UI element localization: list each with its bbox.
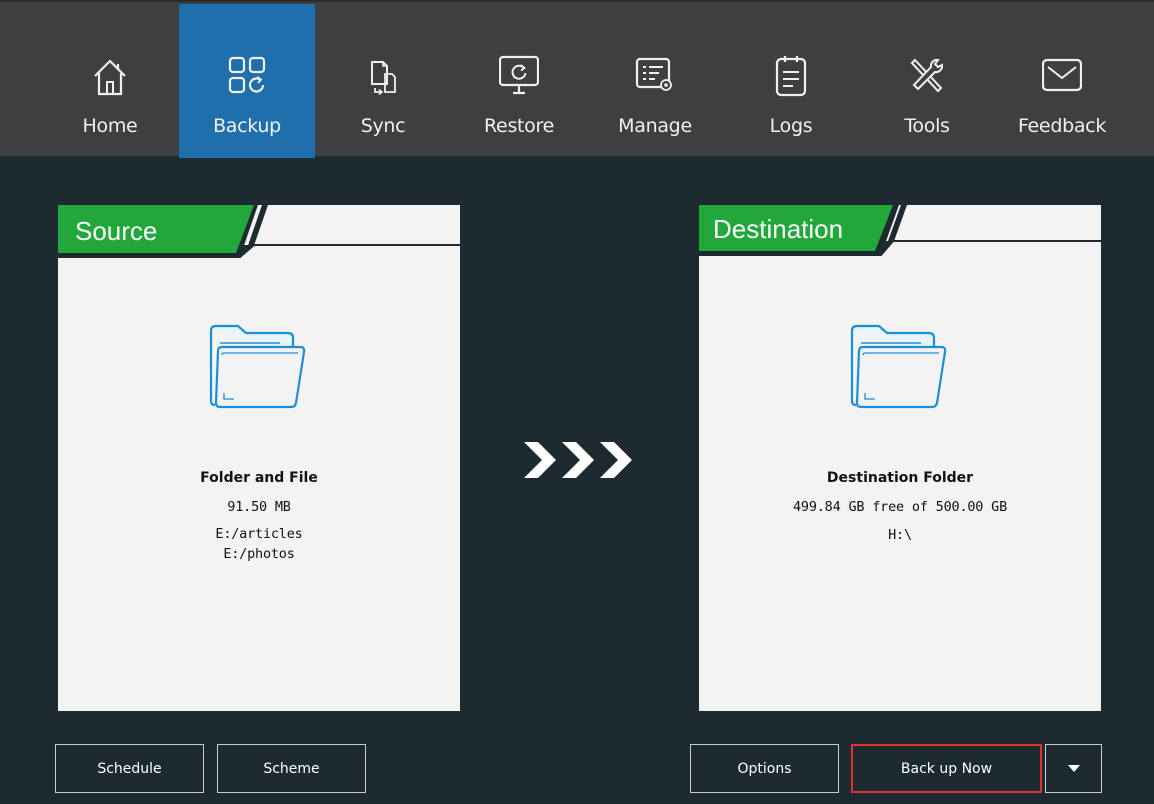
caret-down-icon (1067, 764, 1080, 772)
tools-icon (910, 58, 944, 93)
feedback-icon (1042, 58, 1082, 92)
source-header: Source (58, 205, 460, 263)
nav-tools[interactable]: Tools (859, 4, 995, 158)
options-button[interactable]: Options (690, 744, 839, 793)
nav-manage[interactable]: Manage (587, 4, 723, 158)
destination-title: Destination (713, 214, 844, 244)
home-icon (94, 59, 126, 96)
nav-label-home: Home (82, 115, 138, 137)
source-size: 91.50 MB (227, 499, 291, 515)
nav-feedback[interactable]: Feedback (994, 4, 1130, 158)
scheme-button[interactable]: Scheme (217, 744, 366, 793)
folder-icon (850, 324, 947, 409)
nav-label-tools: Tools (904, 115, 950, 137)
source-title: Source (75, 216, 158, 246)
top-nav: Home Backup Sync Restore Manage Logs Too… (0, 0, 1154, 158)
nav-label-logs: Logs (769, 115, 813, 137)
destination-header: Destination (699, 205, 1101, 263)
nav-label-restore: Restore (484, 115, 554, 137)
nav-restore[interactable]: Restore (451, 4, 587, 158)
nav-sync[interactable]: Sync (315, 4, 451, 158)
nav-backup[interactable]: Backup (179, 4, 315, 158)
destination-space: 499.84 GB free of 500.00 GB (792, 499, 1008, 515)
restore-icon (499, 55, 539, 95)
destination-name: Destination Folder (826, 470, 974, 486)
backup-dropdown-button[interactable] (1045, 744, 1102, 793)
source-path-2: E:/photos (223, 546, 295, 562)
nav-label-sync: Sync (360, 115, 406, 137)
nav-label-backup: Backup (213, 115, 281, 137)
sync-icon (371, 61, 396, 96)
nav-logs[interactable]: Logs (723, 4, 859, 158)
source-path-1: E:/articles (215, 526, 303, 542)
nav-label-manage: Manage (618, 115, 692, 137)
destination-path: H:\ (888, 527, 912, 543)
source-panel[interactable]: Source Folder and File 91.50 MB E:/artic… (58, 205, 460, 711)
back-up-now-button[interactable]: Back up Now (851, 744, 1042, 793)
manage-icon (635, 57, 672, 91)
nav-label-feedback: Feedback (1017, 115, 1107, 137)
destination-panel[interactable]: Destination Destination Folder 499.84 GB… (699, 205, 1101, 711)
chevrons-right-icon (524, 442, 632, 478)
schedule-button[interactable]: Schedule (55, 744, 204, 793)
source-name: Folder and File (200, 470, 318, 486)
folder-icon (209, 324, 306, 409)
backup-icon (228, 56, 266, 94)
nav-home[interactable]: Home (42, 4, 178, 158)
logs-icon (775, 56, 807, 97)
